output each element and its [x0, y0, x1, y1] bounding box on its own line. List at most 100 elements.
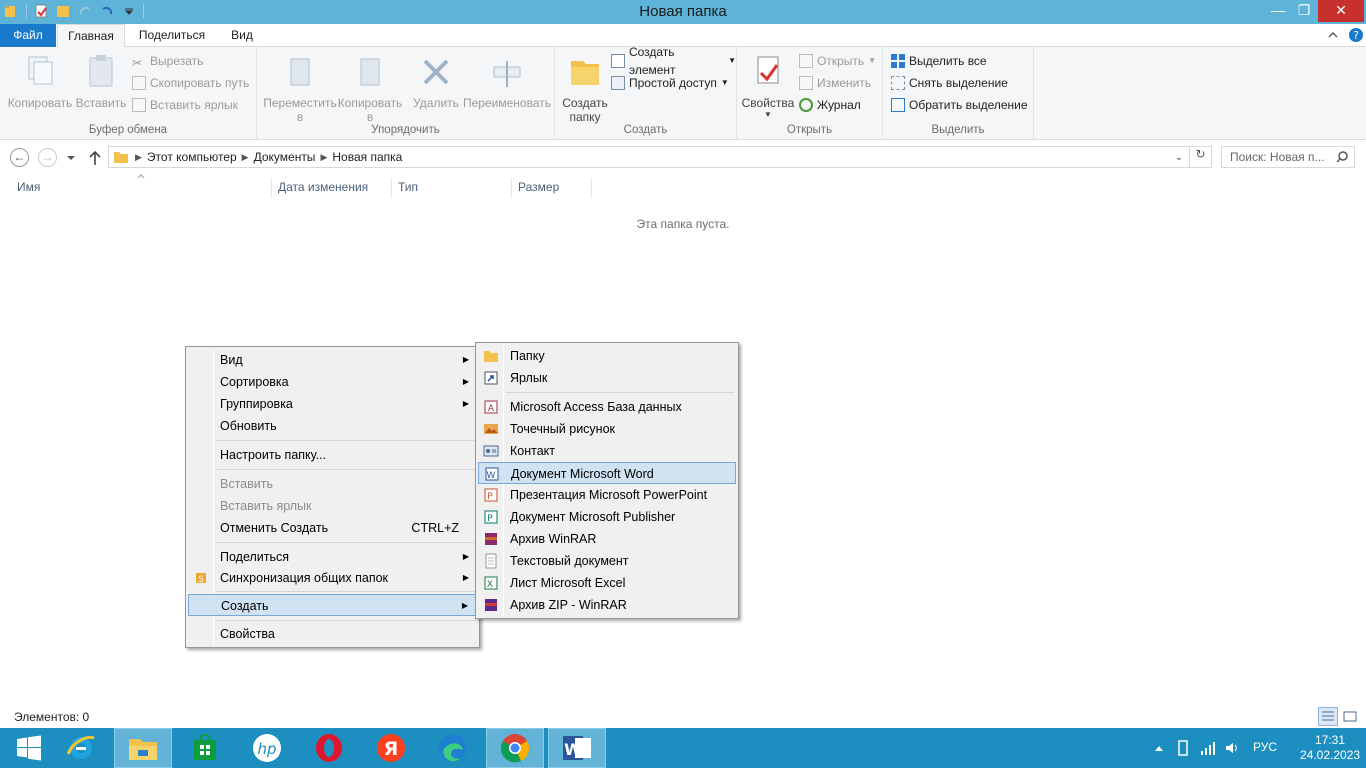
cut-button[interactable]: ✂ Вырезать: [132, 51, 203, 71]
rename-button[interactable]: Переименовать: [461, 53, 553, 110]
submenu-item-contact[interactable]: Контакт: [478, 440, 736, 462]
back-button[interactable]: ←: [10, 148, 29, 167]
submenu-item-text-doc[interactable]: Текстовый документ: [478, 550, 736, 572]
taskbar-chrome[interactable]: [486, 728, 544, 768]
taskbar-edge[interactable]: [424, 728, 482, 768]
menu-item-undo-create[interactable]: Отменить Создать CTRL+Z: [188, 517, 477, 539]
new-folder-button[interactable]: Создать папку: [559, 53, 611, 124]
submenu-item-publisher[interactable]: P Документ Microsoft Publisher: [478, 506, 736, 528]
select-all-button[interactable]: Выделить все: [891, 51, 987, 71]
taskbar-word[interactable]: W: [548, 728, 606, 768]
column-size[interactable]: Размер: [518, 180, 559, 198]
recent-locations-icon[interactable]: [66, 154, 76, 162]
submenu-item-zip[interactable]: Архив ZIP - WinRAR: [478, 594, 736, 616]
tab-home[interactable]: Главная: [57, 24, 125, 47]
submenu-arrow-icon: ▶: [462, 355, 469, 364]
up-arrow-icon[interactable]: [88, 150, 102, 166]
easy-access-button[interactable]: Простой доступ ▼: [611, 73, 729, 93]
details-view-button[interactable]: [1318, 707, 1338, 726]
taskbar-internet-explorer[interactable]: [52, 728, 110, 768]
invert-selection-button[interactable]: Обратить выделение: [891, 95, 1028, 115]
taskbar: hp Я W РУС 17:31 24.02.2023: [0, 728, 1366, 768]
column-divider[interactable]: [511, 178, 512, 198]
submenu-item-word[interactable]: W Документ Microsoft Word: [478, 462, 736, 484]
history-button[interactable]: Журнал: [799, 95, 861, 115]
taskbar-hp[interactable]: hp: [238, 728, 296, 768]
help-icon[interactable]: ?: [1348, 27, 1364, 43]
word-icon: W: [563, 736, 591, 760]
submenu-item-shortcut[interactable]: Ярлык: [478, 367, 736, 389]
breadcrumb-new-folder[interactable]: Новая папка: [327, 150, 407, 164]
taskbar-opera[interactable]: [300, 728, 358, 768]
submenu-item-label: Контакт: [510, 444, 556, 458]
input-language[interactable]: РУС: [1253, 740, 1277, 754]
column-divider[interactable]: [591, 178, 592, 198]
copy-path-button[interactable]: Скопировать путь: [132, 73, 249, 93]
menu-item-properties[interactable]: Свойства: [188, 623, 477, 645]
menu-item-sort[interactable]: Сортировка ▶: [188, 371, 477, 393]
menu-item-group[interactable]: Группировка ▶: [188, 393, 477, 415]
copy-label: Копировать: [7, 96, 73, 110]
delete-button[interactable]: Удалить: [409, 53, 463, 110]
taskbar-store[interactable]: [176, 728, 234, 768]
menu-item-refresh[interactable]: Обновить: [188, 415, 477, 437]
large-icons-view-button[interactable]: [1340, 707, 1360, 726]
column-type[interactable]: Тип: [398, 180, 418, 198]
submenu-item-excel[interactable]: X Лист Microsoft Excel: [478, 572, 736, 594]
maximize-button[interactable]: ❐: [1290, 0, 1318, 22]
paste-button[interactable]: Вставить: [74, 53, 128, 110]
column-name[interactable]: Имя: [17, 180, 40, 198]
copy-to-button[interactable]: Копировать в: [333, 53, 407, 124]
zip-icon: [485, 599, 497, 611]
submenu-item-winrar[interactable]: Архив WinRAR: [478, 528, 736, 550]
close-button[interactable]: ✕: [1318, 0, 1364, 22]
address-box[interactable]: ▶ Этот компьютер ▶ Документы ▶ Новая пап…: [108, 146, 1212, 168]
copy-button[interactable]: Копировать: [6, 53, 74, 110]
move-to-button[interactable]: Переместить в: [261, 53, 339, 124]
tab-file[interactable]: Файл: [0, 24, 56, 47]
volume-icon[interactable]: [1224, 740, 1240, 756]
edit-button[interactable]: Изменить: [799, 73, 871, 93]
menu-item-new[interactable]: Создать ▶: [188, 594, 477, 616]
taskbar-file-explorer[interactable]: [114, 728, 172, 768]
folder-icon: [114, 152, 128, 163]
search-icon: [1336, 151, 1348, 163]
submenu-item-access[interactable]: A Microsoft Access База данных: [478, 396, 736, 418]
new-item-button[interactable]: Создать элемент ▼: [611, 45, 736, 77]
menu-item-sync-shared-folders[interactable]: S Синхронизация общих папок ▶: [188, 567, 477, 589]
tab-share[interactable]: Поделиться: [132, 24, 212, 47]
easy-access-icon: [611, 76, 625, 90]
menu-item-view[interactable]: Вид ▶: [188, 349, 477, 371]
search-input[interactable]: Поиск: Новая п...: [1221, 146, 1355, 168]
show-hidden-icons-icon[interactable]: [1154, 744, 1164, 752]
taskbar-yandex[interactable]: Я: [362, 728, 420, 768]
column-divider[interactable]: [391, 178, 392, 198]
submenu-item-folder[interactable]: Папку: [478, 345, 736, 367]
submenu-item-powerpoint[interactable]: P Презентация Microsoft PowerPoint: [478, 484, 736, 506]
column-divider[interactable]: [271, 178, 272, 198]
breadcrumb-this-pc[interactable]: Этот компьютер: [142, 150, 242, 164]
menu-item-customize-folder[interactable]: Настроить папку...: [188, 444, 477, 466]
breadcrumb-documents[interactable]: Документы: [249, 150, 321, 164]
select-none-button[interactable]: Снять выделение: [891, 73, 1008, 93]
device-icon[interactable]: [1176, 740, 1190, 756]
submenu-item-bitmap[interactable]: Точечный рисунок: [478, 418, 736, 440]
tab-view[interactable]: Вид: [222, 24, 262, 47]
minimize-button[interactable]: —: [1264, 0, 1292, 22]
menu-item-paste[interactable]: Вставить: [188, 473, 477, 495]
column-date-modified[interactable]: Дата изменения: [278, 180, 368, 198]
paste-shortcut-button[interactable]: Вставить ярлык: [132, 95, 238, 115]
refresh-icon[interactable]: ↻: [1189, 147, 1211, 167]
forward-button[interactable]: →: [38, 148, 57, 167]
excel-icon: X: [484, 576, 498, 590]
menu-item-paste-shortcut[interactable]: Вставить ярлык: [188, 495, 477, 517]
network-signal-icon[interactable]: [1200, 740, 1216, 756]
address-dropdown-icon[interactable]: ⌄: [1169, 152, 1189, 163]
window-title: Новая папка: [639, 3, 727, 20]
start-button[interactable]: [0, 728, 58, 768]
taskbar-clock[interactable]: 17:31 24.02.2023: [1300, 733, 1360, 763]
properties-button[interactable]: Свойства ▼: [741, 53, 795, 119]
chevron-up-icon[interactable]: [1327, 30, 1339, 40]
menu-item-share[interactable]: Поделиться ▶: [188, 546, 477, 568]
open-button[interactable]: Открыть ▼: [799, 51, 876, 71]
